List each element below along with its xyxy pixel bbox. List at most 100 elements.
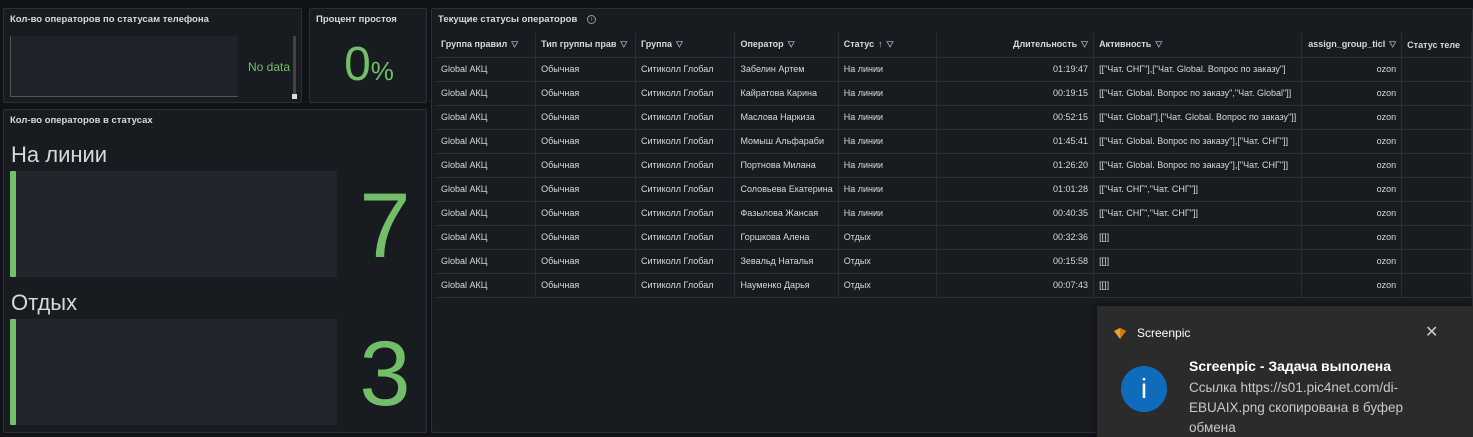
plot-area <box>10 36 238 97</box>
stat-bar-online <box>10 171 337 277</box>
table-cell: Обычная <box>535 177 636 202</box>
sort-asc-icon[interactable]: ↑ <box>878 39 883 49</box>
table-cell: 00:52:15 <box>936 105 1095 130</box>
table-cell: Global АКЦ <box>436 225 537 250</box>
table-cell: Ситиколл Глобал <box>635 153 736 178</box>
table-cell: ozon <box>1301 81 1403 106</box>
table-cell: Забелин Артем <box>734 57 839 82</box>
col-header[interactable]: Статус ↑ ▽ <box>838 33 938 58</box>
close-icon[interactable]: ✕ <box>1425 322 1438 342</box>
table-cell: Global АКЦ <box>436 81 537 106</box>
panel-title[interactable]: Кол-во операторов в статусах <box>10 115 153 126</box>
table-cell: Портнова Милана <box>734 153 839 178</box>
table-cell: Соловьева Екатерина <box>734 177 839 202</box>
filter-icon[interactable]: ▽ <box>788 40 795 50</box>
table-row[interactable]: Global АКЦ Обычная Ситиколл Глобал Горшкова… <box>436 225 1472 250</box>
table-cell: Отдых <box>838 249 938 274</box>
table-cell: На линии <box>838 177 938 202</box>
table-cell <box>1401 225 1472 250</box>
panel-title[interactable]: Кол-во операторов по статусам телефона <box>10 14 209 25</box>
table-cell: Ситиколл Глобал <box>635 177 736 202</box>
table-row[interactable]: Global АКЦ Обычная Ситиколл Глобал Зевальд … <box>436 249 1472 274</box>
table-row[interactable]: Global АКЦ Обычная Ситиколл Глобал Науменко… <box>436 273 1472 298</box>
table-cell: Отдых <box>838 225 938 250</box>
table-cell: Обычная <box>535 201 636 226</box>
table-cell: [["Чат. Global. Вопрос по заказу"],["Чат… <box>1093 129 1303 154</box>
table-cell: ozon <box>1301 129 1403 154</box>
table-cell: На линии <box>838 129 938 154</box>
table-cell: Ситиколл Глобал <box>635 273 736 298</box>
toast-notification[interactable]: Screenpic ✕ i Screenpic - Задача выполен… <box>1097 306 1473 437</box>
col-header[interactable]: Группа ▽ <box>635 33 736 58</box>
panel-title[interactable]: Текущие статусы операторов i <box>438 14 597 25</box>
col-header[interactable]: Длительность ▽ <box>936 33 1095 58</box>
toast-app-name: Screenpic <box>1137 326 1191 340</box>
col-label: Статус <box>843 39 875 50</box>
stat-value-rest: 3 <box>359 323 411 425</box>
table-cell: Обычная <box>535 225 636 250</box>
col-header[interactable]: Активность ▽ <box>1093 33 1303 58</box>
table-cell: Момыш Альфараби <box>734 129 839 154</box>
toast-title: Screenpic - Задача выполена <box>1189 358 1392 374</box>
table-cell: На линии <box>838 153 938 178</box>
filter-icon[interactable]: ▽ <box>1155 40 1162 50</box>
panel-title-text: Текущие статусы операторов <box>438 14 578 25</box>
col-header[interactable]: Оператор ▽ <box>734 33 839 58</box>
col-header[interactable]: assign_group_ticl ▽ <box>1301 33 1403 58</box>
table-cell: Ситиколл Глобал <box>635 105 736 130</box>
table-cell: Ситиколл Глобал <box>635 201 736 226</box>
panel-title[interactable]: Процент простоя <box>316 14 397 25</box>
stat-value-online: 7 <box>359 175 411 277</box>
table-cell: Global АКЦ <box>436 201 537 226</box>
table-cell <box>1401 129 1472 154</box>
table-cell: Global АКЦ <box>436 273 537 298</box>
table-cell: Обычная <box>535 57 636 82</box>
operators-table: Группа правил ▽ Тип группы прав ▽ Группа ▽ … <box>436 33 1472 298</box>
table-cell: 01:26:20 <box>936 153 1095 178</box>
idle-percent-value: 0% <box>310 37 426 99</box>
col-header[interactable]: Группа правил ▽ <box>436 33 537 58</box>
col-label: assign_group_ticl <box>1308 39 1386 50</box>
table-cell: Global АКЦ <box>436 129 537 154</box>
table-cell <box>1401 249 1472 274</box>
stat-unit: % <box>370 56 394 86</box>
info-icon: i <box>1121 366 1167 412</box>
filter-icon[interactable]: ▽ <box>676 40 683 50</box>
table-cell <box>1401 201 1472 226</box>
table-cell: 01:19:47 <box>936 57 1095 82</box>
col-header[interactable]: Тип группы прав ▽ <box>535 33 636 58</box>
table-cell: ozon <box>1301 225 1403 250</box>
table-row[interactable]: Global АКЦ Обычная Ситиколл Глобал Портнова… <box>436 153 1472 178</box>
col-label: Тип группы прав <box>541 39 617 50</box>
table-cell: Ситиколл Глобал <box>635 225 736 250</box>
table-cell: 00:07:43 <box>936 273 1095 298</box>
table-row[interactable]: Global АКЦ Обычная Ситиколл Глобал Соловьев… <box>436 177 1472 202</box>
stat-accent <box>10 319 16 425</box>
table-cell: Ситиколл Глобал <box>635 129 736 154</box>
vertical-scrollbar[interactable] <box>293 36 296 96</box>
col-label: Группа правил <box>441 39 508 50</box>
filter-icon[interactable]: ▽ <box>1081 40 1088 50</box>
table-cell: [[]] <box>1093 249 1303 274</box>
table-row[interactable]: Global АКЦ Обычная Ситиколл Глобал Забелин … <box>436 57 1472 82</box>
table-cell: 00:15:58 <box>936 249 1095 274</box>
filter-icon[interactable]: ▽ <box>511 40 518 50</box>
table-row[interactable]: Global АКЦ Обычная Ситиколл Глобал Маслова … <box>436 105 1472 130</box>
table-cell <box>1401 177 1472 202</box>
table-cell: [["Чат. СНГ"],["Чат. Global. Вопрос по з… <box>1093 57 1303 82</box>
filter-icon[interactable]: ▽ <box>620 40 627 50</box>
table-cell: ozon <box>1301 105 1403 130</box>
table-row[interactable]: Global АКЦ Обычная Ситиколл Глобал Момыш Ал… <box>436 129 1472 154</box>
filter-icon[interactable]: ▽ <box>1389 40 1396 50</box>
info-icon[interactable]: i <box>587 14 597 24</box>
col-header[interactable]: Статус теле <box>1401 33 1472 58</box>
table-cell: Обычная <box>535 129 636 154</box>
table-cell: Global АКЦ <box>436 57 537 82</box>
col-label: Активность <box>1099 39 1152 50</box>
resize-handle[interactable] <box>292 94 297 99</box>
table-row[interactable]: Global АКЦ Обычная Ситиколл Глобал Кайратов… <box>436 81 1472 106</box>
col-label: Длительность <box>1013 39 1078 50</box>
table-cell: ozon <box>1301 249 1403 274</box>
table-row[interactable]: Global АКЦ Обычная Ситиколл Глобал Фазылова… <box>436 201 1472 226</box>
filter-icon[interactable]: ▽ <box>887 40 894 50</box>
